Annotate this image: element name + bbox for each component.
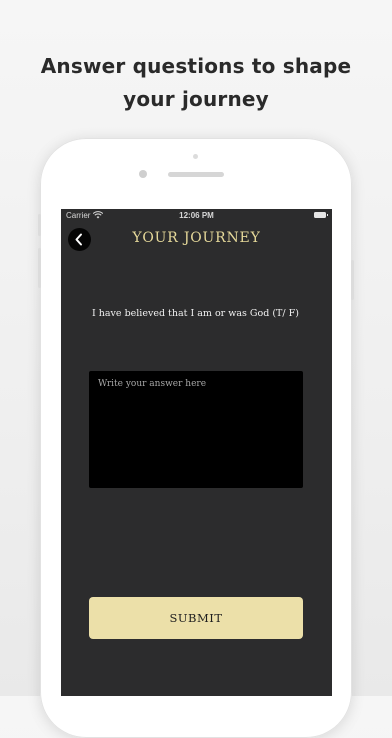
status-bar: Carrier 12:06 PM [61,209,332,223]
answer-input[interactable] [89,371,303,488]
status-time: 12:06 PM [179,211,214,220]
earpiece-speaker [168,172,224,177]
promo-headline-line-2: your journey [123,87,269,111]
front-camera [139,170,147,178]
power-button [351,260,354,300]
promo-headline: Answer questions to shape your journey [0,50,392,116]
promo-headline-line-1: Answer questions to shape [40,54,352,78]
page-title: YOUR JOURNEY [132,230,261,246]
app-screen: Carrier 12:06 PM YOUR JOURNEY I have bel… [61,209,332,696]
volume-up-button [38,214,41,236]
submit-button[interactable]: SUBMIT [89,597,303,639]
battery-icon [314,212,328,218]
proximity-sensor [193,154,198,159]
question-text: I have believed that I am or was God (T/… [92,308,299,319]
volume-down-button [38,248,41,288]
